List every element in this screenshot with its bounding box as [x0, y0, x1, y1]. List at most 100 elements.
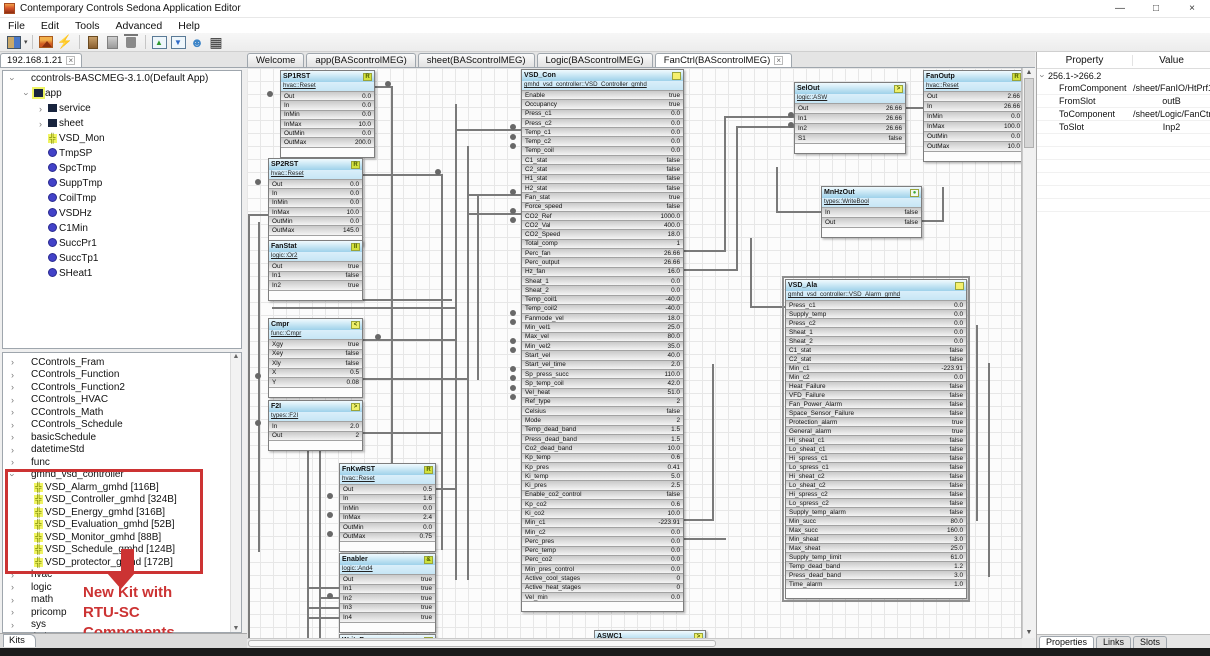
function-block-aswc1[interactable]: ASWC1>: [594, 630, 706, 638]
chevron-expanded-icon[interactable]: ›: [22, 88, 32, 99]
tree-item-app[interactable]: ›app: [3, 86, 241, 101]
tree-item-vsd-controller-gmhd-324b-[interactable]: ╬VSD_Controller_gmhd [324B]: [3, 494, 241, 507]
tree-item-ccontrols-schedule[interactable]: ›CControls_Schedule: [3, 419, 241, 432]
grid-icon[interactable]: ▦: [208, 34, 225, 51]
chevron-collapsed-icon[interactable]: ›: [7, 432, 18, 442]
tree-item-ccontrols-hvac[interactable]: ›CControls_HVAC: [3, 394, 241, 407]
bolt-icon[interactable]: ⚡: [57, 34, 74, 51]
tree-item-supptmp[interactable]: SuppTmp: [3, 176, 241, 191]
dropdown-caret-icon[interactable]: ▾: [24, 38, 28, 46]
function-block-mnhzout[interactable]: MnHzOut●types::WriteBoolInfalseOutfalse: [821, 186, 922, 238]
tree-item-ccontrols-math[interactable]: ›CControls_Math: [3, 406, 241, 419]
chevron-collapsed-icon[interactable]: ›: [7, 570, 18, 580]
tree-item-ccontrols-function2[interactable]: ›CControls_Function2: [3, 381, 241, 394]
tree-item-vsdhz[interactable]: VSDHz: [3, 206, 241, 221]
chevron-collapsed-icon[interactable]: ›: [7, 595, 18, 605]
chevron-down-icon[interactable]: ›: [1038, 70, 1048, 81]
link-row[interactable]: › 256.1->266.2: [1037, 69, 1210, 82]
property-row[interactable]: ToSlotInp2: [1037, 121, 1210, 134]
tree-item-sheet[interactable]: ›sheet: [3, 116, 241, 131]
menu-tools[interactable]: Tools: [67, 20, 108, 32]
chevron-collapsed-icon[interactable]: ›: [7, 607, 18, 617]
tree-item-ccontrols-bascmeg-3-1-0-default-app-[interactable]: ›ccontrols-BASCMEG-3.1.0(Default App): [3, 71, 241, 86]
chevron-collapsed-icon[interactable]: ›: [35, 104, 46, 114]
tree-item-gmhd-vsd-controller[interactable]: ›gmhd_vsd_controller: [3, 469, 241, 482]
function-block-sp1rst[interactable]: SP1RSTRhvac::ResetOut0.0In0.0InMin0.0InM…: [280, 70, 375, 158]
function-block-enabler[interactable]: Enabler&logic::And4OuttrueIn1trueIn2true…: [339, 553, 436, 633]
wire-sheet[interactable]: SP1RSTRhvac::ResetOut0.0In0.0InMin0.0InM…: [247, 68, 1022, 638]
user-icon[interactable]: ☻: [189, 34, 206, 51]
chevron-collapsed-icon[interactable]: ›: [7, 407, 18, 417]
tree-item-vsd-energy-gmhd-316b-[interactable]: ╬VSD_Energy_gmhd [316B]: [3, 506, 241, 519]
connection-tab[interactable]: 192.168.1.21 ×: [0, 53, 82, 67]
tree-item-tmpsp[interactable]: TmpSP: [3, 146, 241, 161]
chevron-collapsed-icon[interactable]: ›: [7, 420, 18, 430]
close-button[interactable]: ×: [1174, 0, 1210, 17]
paste-icon[interactable]: [104, 34, 121, 51]
tree-item-service[interactable]: ›service: [3, 101, 241, 116]
chevron-collapsed-icon[interactable]: ›: [7, 445, 18, 455]
tree-item-spctmp[interactable]: SpcTmp: [3, 161, 241, 176]
close-icon[interactable]: ×: [774, 56, 783, 65]
tree-item-vsd-evaluation-gmhd-52b-[interactable]: ╬VSD_Evaluation_gmhd [52B]: [3, 519, 241, 532]
property-row[interactable]: FromSlotoutB: [1037, 95, 1210, 108]
image-icon[interactable]: [38, 34, 55, 51]
menu-advanced[interactable]: Advanced: [108, 20, 171, 32]
chevron-collapsed-icon[interactable]: ›: [7, 582, 18, 592]
tab-kits[interactable]: Kits: [3, 634, 36, 647]
panel-layout-icon[interactable]: [5, 34, 22, 51]
tab-logic-bascontrolmeg-[interactable]: Logic(BAScontrolMEG): [537, 53, 653, 67]
function-block-vsd_con[interactable]: VSD_Congmhd_vsd_controller::VSD_Controll…: [521, 69, 684, 612]
minimize-button[interactable]: —: [1102, 0, 1138, 17]
function-block-fanoutp[interactable]: FanOutpRhvac::ResetOut2.66In26.66InMin0.…: [923, 70, 1022, 162]
upload-icon[interactable]: ▲: [151, 34, 168, 51]
function-block-fnkwrst[interactable]: FnKwRSTRhvac::ResetOut0.5In1.6InMin0.0In…: [339, 463, 436, 552]
tree-item-func[interactable]: ›func: [3, 456, 241, 469]
tab-fanctrl-bascontrolmeg-[interactable]: FanCtrl(BAScontrolMEG)×: [655, 53, 792, 67]
function-block-sp2rst[interactable]: SP2RSTRhvac::ResetOut0.0In0.0InMin0.0InM…: [268, 158, 363, 246]
function-block-fanstat[interactable]: FanStatIIlogic::Or2OuttrueIn1falseIn2tru…: [268, 240, 363, 301]
tree-item-sheat1[interactable]: SHeat1: [3, 266, 241, 281]
property-row[interactable]: FromComponent/sheet/FanIO/HtPrf1: [1037, 82, 1210, 95]
scroll-down-icon[interactable]: ▼: [1023, 628, 1035, 638]
menu-help[interactable]: Help: [170, 20, 208, 32]
chevron-collapsed-icon[interactable]: ›: [7, 620, 18, 630]
delete-icon[interactable]: [123, 34, 140, 51]
chevron-collapsed-icon[interactable]: ›: [7, 395, 18, 405]
chevron-collapsed-icon[interactable]: ›: [7, 382, 18, 392]
function-block-f2i[interactable]: F2I>types::F2IIn2.0Out2: [268, 400, 363, 451]
chevron-collapsed-icon[interactable]: ›: [7, 370, 18, 380]
function-block-vsd_ala[interactable]: VSD_Alagmhd_vsd_controller::VSD_Alarm_gm…: [785, 279, 967, 599]
close-icon[interactable]: ×: [66, 56, 75, 65]
menu-edit[interactable]: Edit: [33, 20, 67, 32]
function-block-cmpr[interactable]: Cmpr<func::CmprXgytrueXeyfalseXlyfalseX0…: [268, 318, 363, 398]
chevron-expanded-icon[interactable]: ›: [8, 73, 18, 84]
vertical-scroll-thumb[interactable]: [1024, 78, 1034, 148]
tree-item-ccontrols-fram[interactable]: ›CControls_Fram: [3, 356, 241, 369]
scroll-up-icon[interactable]: ▲: [1023, 68, 1035, 78]
chevron-collapsed-icon[interactable]: ›: [7, 457, 18, 467]
tab-properties[interactable]: Properties: [1039, 636, 1094, 648]
tree-item-vsd-alarm-gmhd-116b-[interactable]: ╬VSD_Alarm_gmhd [116B]: [3, 481, 241, 494]
tree-item-coiltmp[interactable]: CoilTmp: [3, 191, 241, 206]
chevron-collapsed-icon[interactable]: ›: [35, 119, 46, 129]
horizontal-scrollbar[interactable]: [247, 638, 1022, 648]
tree-item-vsd-mon[interactable]: ╬VSD_Mon: [3, 131, 241, 146]
chevron-expanded-icon[interactable]: ›: [8, 469, 18, 480]
tree-item-datetimestd[interactable]: ›datetimeStd: [3, 444, 241, 457]
chevron-collapsed-icon[interactable]: ›: [7, 357, 18, 367]
vertical-scrollbar[interactable]: ▲ ▼: [1022, 68, 1035, 638]
copy-icon[interactable]: [85, 34, 102, 51]
tree-item-ccontrols-function[interactable]: ›CControls_Function: [3, 369, 241, 382]
kits-scrollbar[interactable]: ▲▼: [230, 353, 241, 632]
horizontal-scroll-thumb[interactable]: [248, 640, 716, 647]
function-block-selout[interactable]: SelOut>logic::ASWOut26.66In126.66In226.6…: [794, 82, 906, 154]
property-row[interactable]: ToComponent/sheet/Logic/FanCtrl/S...: [1037, 108, 1210, 121]
tree-item-succpr1[interactable]: SuccPr1: [3, 236, 241, 251]
tab-slots[interactable]: Slots: [1133, 636, 1167, 648]
tab-app-bascontrolmeg-[interactable]: app(BAScontrolMEG): [306, 53, 415, 67]
tab-sheet-bascontrolmeg-[interactable]: sheet(BAScontrolMEG): [418, 53, 535, 67]
tree-item-succtp1[interactable]: SuccTp1: [3, 251, 241, 266]
tree-item-vsd-monitor-gmhd-88b-[interactable]: ╬VSD_Monitor_gmhd [88B]: [3, 531, 241, 544]
tab-welcome[interactable]: Welcome: [247, 53, 304, 67]
